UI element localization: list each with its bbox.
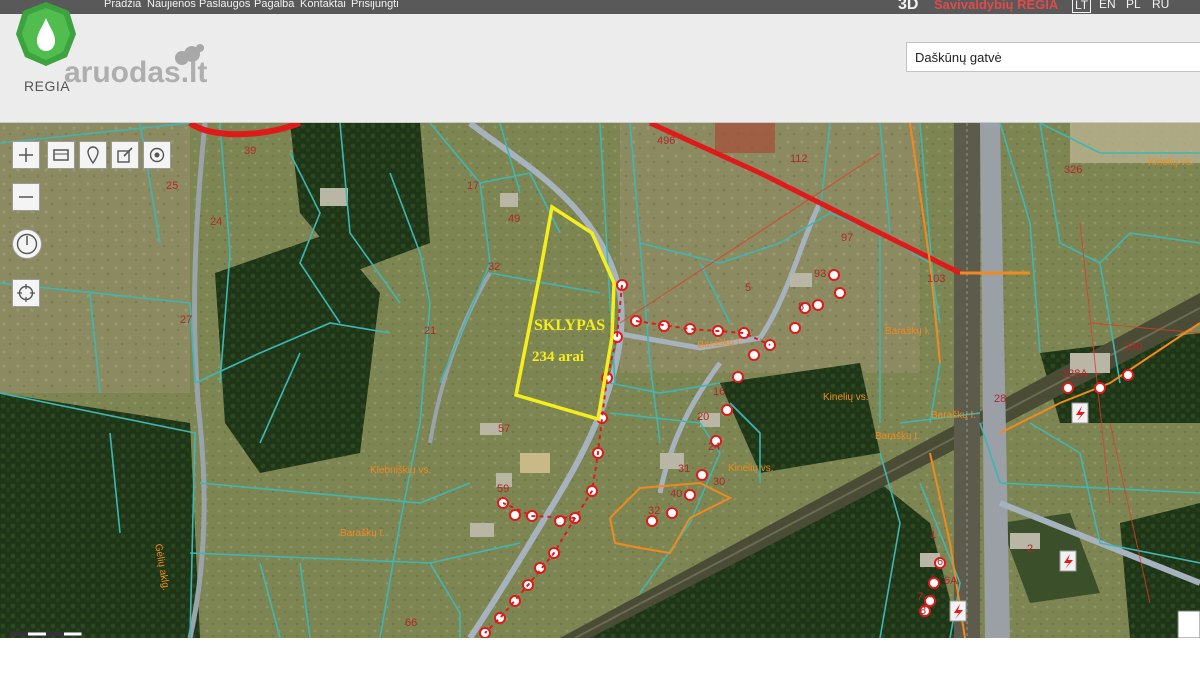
crosshair-icon xyxy=(17,284,35,302)
lang-en[interactable]: EN xyxy=(1099,0,1116,11)
street-name-label: Klebniškių vs. xyxy=(370,465,432,476)
plot-title-label: SKLYPAS xyxy=(534,317,606,334)
lang-ru[interactable]: RU xyxy=(1152,0,1169,11)
target-button[interactable] xyxy=(143,141,171,169)
watermark-cloud-icon xyxy=(175,44,204,65)
parcel-number-label: 31 xyxy=(678,463,691,475)
parcel-number-label: 6 xyxy=(937,556,944,568)
parcel-number-label: 25 xyxy=(166,180,179,192)
parcel-number-label: 40 xyxy=(670,488,683,500)
parcel-number-label: 6A xyxy=(944,575,958,587)
parcel-number-label: 1 xyxy=(930,529,937,541)
pin-button[interactable] xyxy=(79,141,107,169)
nav-link-contacts[interactable]: Kontaktai xyxy=(300,0,346,10)
parcel-number-label: 49 xyxy=(508,213,521,225)
map-layer xyxy=(0,123,1200,638)
layers-button[interactable] xyxy=(47,141,75,169)
parcel-number-label: 8 xyxy=(798,301,805,313)
lang-pl[interactable]: PL xyxy=(1126,0,1141,11)
parcel-number-label: 328A xyxy=(1062,368,1088,380)
locate-button[interactable] xyxy=(12,279,40,307)
street-name-label: Kinelių vs. xyxy=(728,463,774,474)
street-name-label: Baraškų t. xyxy=(340,528,386,539)
app-header: Pradžia Naujienos Paslaugos Pagalba Kont… xyxy=(0,0,1200,123)
street-name-label: Kinelių vs. xyxy=(1148,157,1194,168)
parcel-number-label: 66 xyxy=(405,617,418,629)
pin-icon xyxy=(87,146,99,164)
parcel-number-label: 27 xyxy=(180,314,193,326)
zoom-out-button[interactable] xyxy=(12,183,40,211)
parcel-number-label: 59 xyxy=(497,483,510,495)
top-nav: Pradžia Naujienos Paslaugos Pagalba Kont… xyxy=(0,0,1200,14)
parcel-number-label: 97 xyxy=(841,232,854,244)
street-name-label: Kinelių vs. xyxy=(823,392,869,403)
nav-link-help[interactable]: Pagalba xyxy=(254,0,294,10)
mode-3d-button[interactable]: 3D xyxy=(898,0,918,14)
plot-area-label: 234 arai xyxy=(532,349,585,365)
parcel-number-label: 2 xyxy=(1027,543,1034,555)
parcel-number-label: 330 xyxy=(1124,341,1143,353)
parcel-number-label: 103 xyxy=(927,273,946,285)
parcel-number-label: 24 xyxy=(708,441,721,453)
regia-logo-icon[interactable] xyxy=(14,0,78,66)
parcel-number-label: 32 xyxy=(488,261,501,273)
zoom-in-button[interactable] xyxy=(12,141,40,169)
map-canvas[interactable]: 39 25 24 27 17 49 32 21 57 59 66 496 112 97 93 8 5 326 103… xyxy=(0,123,1200,638)
layers-icon xyxy=(53,149,69,161)
nav-link-news[interactable]: Naujienos xyxy=(147,0,196,10)
parcel-number-label: 7 xyxy=(917,591,924,603)
parcel-number-label: 21 xyxy=(424,325,437,337)
parcel-number-label: 30 xyxy=(713,476,726,488)
parcel-number-label: 5 xyxy=(745,282,752,294)
street-name-label: Baraškų I. xyxy=(931,410,977,421)
brand-title: Savivaldybių REGIA xyxy=(934,0,1059,12)
minus-icon xyxy=(19,196,33,198)
plus-icon xyxy=(19,148,33,162)
lang-lt[interactable]: LT xyxy=(1072,0,1092,13)
target-icon xyxy=(149,147,165,163)
parcel-number-label: 57 xyxy=(498,423,511,435)
nav-link-home[interactable]: Pradžia xyxy=(104,0,141,10)
parcel-number-label: 326 xyxy=(1064,164,1083,176)
street-name-label: Baraškų I. xyxy=(885,326,931,337)
parcel-number-label: 39 xyxy=(244,145,257,157)
edit-icon xyxy=(117,147,133,163)
parcel-number-label: 16 xyxy=(713,386,726,398)
edit-button[interactable] xyxy=(111,141,139,169)
page-footer-space xyxy=(0,638,1200,674)
parcel-number-label: 24 xyxy=(210,216,223,228)
parcel-number-label: 112 xyxy=(790,153,808,165)
scale-bar xyxy=(10,631,82,637)
compass-icon xyxy=(16,233,38,255)
search-input[interactable] xyxy=(906,42,1200,72)
parcel-number-label: 93 xyxy=(814,268,827,280)
nav-link-services[interactable]: Paslaugos xyxy=(199,0,250,10)
rotate-north-button[interactable] xyxy=(12,229,42,259)
parcel-number-label: 32 xyxy=(648,505,661,517)
street-name-label: Baraškų t. xyxy=(875,431,921,442)
parcel-number-label: 17 xyxy=(467,180,480,192)
parcel-number-label: 8 xyxy=(920,605,927,617)
nav-link-login[interactable]: Prisijungti xyxy=(351,0,399,10)
parcel-number-label: 496 xyxy=(657,135,676,147)
parcel-number-label: 28 xyxy=(994,393,1007,405)
parcel-number-label: 20 xyxy=(697,411,710,423)
